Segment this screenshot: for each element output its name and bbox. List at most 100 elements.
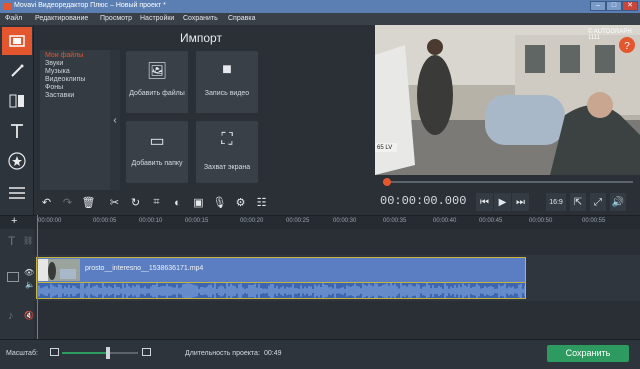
undo-icon: ↶ <box>41 197 52 209</box>
eye-icon[interactable]: 👁 <box>24 268 34 277</box>
rotate-button[interactable]: ↻ <box>127 194 144 211</box>
ruler-tick: 00:00:55 <box>582 218 606 224</box>
stickers-tool-button[interactable] <box>2 147 32 175</box>
zoom-slider-fill <box>62 352 108 354</box>
menu-help[interactable]: Справка <box>228 15 255 22</box>
menu-file[interactable]: Файл <box>5 15 22 22</box>
maximize-button[interactable]: □ <box>606 1 622 11</box>
music-track-header: ♪ 🔇 <box>0 301 34 339</box>
edit-toolbar: ↶ ↷ 🗑 ✂ ↻ ⌗ ◐ ▣ 🎙 ⚙ ☷ <box>34 190 375 215</box>
category-backgrounds[interactable]: Фоны <box>45 84 63 91</box>
next-frame-button[interactable]: ⏭ <box>512 193 529 211</box>
aspect-ratio-button[interactable]: 16:9 <box>546 193 566 211</box>
filters-tool-button[interactable] <box>2 57 32 85</box>
chevron-left-icon: ‹ <box>113 114 117 126</box>
save-button[interactable]: Сохранить <box>547 345 629 362</box>
transitions-tool-button[interactable] <box>2 87 32 115</box>
magic-wand-icon <box>11 64 24 77</box>
detach-preview-button[interactable]: ⇱ <box>570 193 586 211</box>
fullscreen-button[interactable]: ⤢ <box>590 193 606 211</box>
crop-button[interactable]: ⌗ <box>148 194 165 211</box>
menu-view[interactable]: Просмотр <box>100 15 132 22</box>
equalizer-button[interactable]: ☷ <box>253 194 270 211</box>
add-track-button[interactable]: + <box>11 215 17 227</box>
screen-capture-label: Захват экрана <box>203 164 251 171</box>
delete-button[interactable]: 🗑 <box>80 194 97 211</box>
volume-button[interactable]: 🔊 <box>610 193 626 211</box>
window-title: Movavi Видеоредактор Плюс – Новый проект… <box>14 2 166 9</box>
import-category-list: Мои файлы Звуки Музыка Видеоклипы Фоны З… <box>40 50 110 190</box>
image-button[interactable]: ▣ <box>190 194 207 211</box>
play-button[interactable]: ▶ <box>494 193 511 211</box>
folder-icon: ▭ <box>149 133 165 150</box>
clip-thumbnail <box>38 259 80 281</box>
redo-button[interactable]: ↷ <box>59 194 76 211</box>
minimize-button[interactable]: – <box>590 1 606 11</box>
zoom-in-icon[interactable] <box>142 348 151 356</box>
undo-button[interactable]: ↶ <box>38 194 55 211</box>
clip-audio-waveform[interactable] <box>36 283 526 299</box>
video-preview[interactable]: ? © AUTOGRAPH 1111 65 LV <box>375 25 640 175</box>
transition-icon <box>9 94 24 108</box>
ruler-tick: 00:00:40 <box>433 218 457 224</box>
rotate-icon: ↻ <box>130 197 141 209</box>
preview-scrub-bar[interactable] <box>375 175 640 189</box>
scrub-handle[interactable] <box>383 178 391 186</box>
trash-icon: 🗑 <box>81 197 96 209</box>
star-icon <box>8 152 26 170</box>
category-video-clips[interactable]: Видеоклипы <box>45 76 85 83</box>
title-bar: Movavi Видеоредактор Плюс – Новый проект… <box>0 0 640 13</box>
zoom-slider-handle[interactable] <box>105 347 110 359</box>
crop-icon: ⌗ <box>153 196 160 208</box>
external-window-icon: ⇱ <box>573 196 583 208</box>
play-icon: ▶ <box>498 196 507 208</box>
text-icon <box>11 124 23 138</box>
ruler-tick: 00:00:45 <box>479 218 503 224</box>
ruler-tick: 00:00:00 <box>38 218 62 224</box>
settings-button[interactable]: ⚙ <box>232 194 249 211</box>
menu-bar: Файл Редактирование Просмотр Настройки С… <box>0 13 640 25</box>
add-files-button[interactable]: 🖼 Добавить файлы <box>126 51 188 113</box>
collapse-panel-button[interactable]: ‹ <box>110 50 120 190</box>
app-icon <box>3 3 11 10</box>
link-icon[interactable]: ⛓ <box>23 236 33 245</box>
previous-frame-button[interactable]: ⏮ <box>476 193 493 211</box>
category-sounds[interactable]: Звуки <box>45 60 63 67</box>
mute-icon[interactable]: 🔇 <box>24 311 34 320</box>
add-media-icon: 🖼 <box>146 63 168 80</box>
zoom-slider[interactable] <box>62 352 138 354</box>
screen-capture-button[interactable]: ⛶ Захват экрана <box>196 121 258 183</box>
titles-tool-button[interactable] <box>2 117 32 145</box>
menu-edit[interactable]: Редактирование <box>35 15 88 22</box>
color-adjust-button[interactable]: ◐ <box>169 194 186 211</box>
scrub-track <box>383 181 633 183</box>
import-tool-button[interactable] <box>2 27 32 55</box>
add-folder-label: Добавить папку <box>131 160 183 167</box>
ruler-tick: 00:00:35 <box>383 218 407 224</box>
record-voice-button[interactable]: 🎙 <box>211 194 228 211</box>
zoom-out-icon[interactable] <box>50 348 59 356</box>
ruler-tick: 00:00:30 <box>333 218 357 224</box>
list-icon <box>9 187 25 199</box>
import-title: Импорт <box>180 31 222 45</box>
video-clip[interactable]: prosto__interesno__1538636171.mp4 <box>36 257 526 283</box>
category-music[interactable]: Музыка <box>45 68 70 75</box>
menu-settings[interactable]: Настройки <box>140 15 174 22</box>
ruler-tick: 00:00:15 <box>185 218 209 224</box>
category-intros[interactable]: Заставки <box>45 92 74 99</box>
svg-text:?: ? <box>624 41 630 52</box>
tools-sidebar <box>0 25 34 215</box>
timeline-ruler[interactable]: + 00:00:00 00:00:05 00:00:10 00:00:15 00… <box>0 215 640 229</box>
add-folder-button[interactable]: ▭ Добавить папку <box>126 121 188 183</box>
video-track-header: 👁 🔈 <box>0 255 35 301</box>
more-tools-button[interactable] <box>2 179 32 207</box>
skip-back-icon: ⏮ <box>480 196 489 208</box>
category-my-files[interactable]: Мои файлы <box>45 52 83 59</box>
ruler-tick: 00:00:10 <box>139 218 163 224</box>
playhead[interactable] <box>37 215 38 339</box>
cut-button[interactable]: ✂ <box>106 194 123 211</box>
close-button[interactable]: ✕ <box>622 1 638 11</box>
menu-save[interactable]: Сохранить <box>183 15 218 22</box>
volume-icon: 🔊 <box>611 196 625 208</box>
record-video-button[interactable]: ■ Запись видео <box>196 51 258 113</box>
